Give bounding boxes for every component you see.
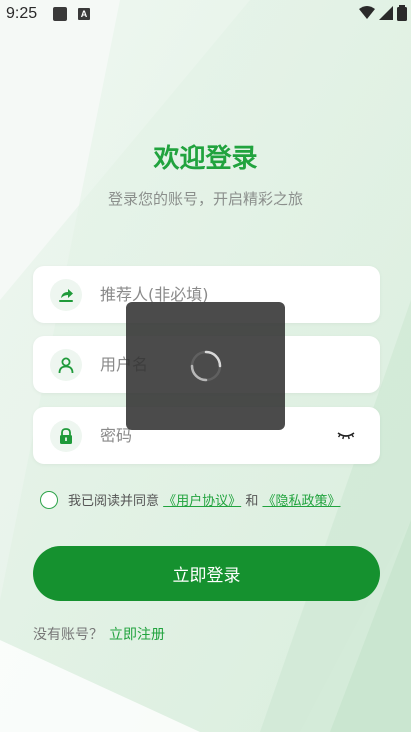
agreement-text: 我已阅读并同意 《用户协议》 和 《隐私政策》: [68, 490, 340, 509]
battery-icon: [397, 5, 407, 21]
loading-overlay: [126, 302, 285, 430]
user-icon: [50, 349, 82, 381]
register-prompt: 没有账号？: [33, 627, 103, 643]
wifi-icon: [359, 6, 375, 19]
status-bar: 9:25 A: [0, 0, 411, 28]
signal-icon: [379, 6, 393, 20]
privacy-policy-link[interactable]: 《隐私政策》: [262, 494, 340, 509]
agreement-checkbox[interactable]: [40, 490, 58, 509]
page-title: 欢迎登录: [153, 144, 258, 174]
register-link[interactable]: 立即注册: [109, 627, 165, 643]
agreement-connector: 和: [245, 494, 259, 509]
agreement-prefix: 我已阅读并同意: [68, 494, 160, 509]
eye-closed-icon[interactable]: [336, 425, 356, 445]
status-time: 9:25: [6, 5, 38, 22]
share-icon: [50, 279, 82, 311]
status-right: [359, 5, 407, 21]
page-subtitle: 登录您的账号，开启精彩之旅: [107, 190, 303, 208]
register-row: 没有账号？ 立即注册: [33, 624, 165, 644]
agreement-row: 我已阅读并同意 《用户协议》 和 《隐私政策》: [40, 490, 340, 509]
lock-icon: [50, 420, 82, 452]
login-button[interactable]: 立即登录: [33, 546, 380, 601]
notification-icon: [53, 7, 67, 21]
app-notification-icon: A: [78, 8, 90, 20]
user-agreement-link[interactable]: 《用户协议》: [163, 494, 241, 509]
loading-spinner-icon: [190, 350, 221, 382]
